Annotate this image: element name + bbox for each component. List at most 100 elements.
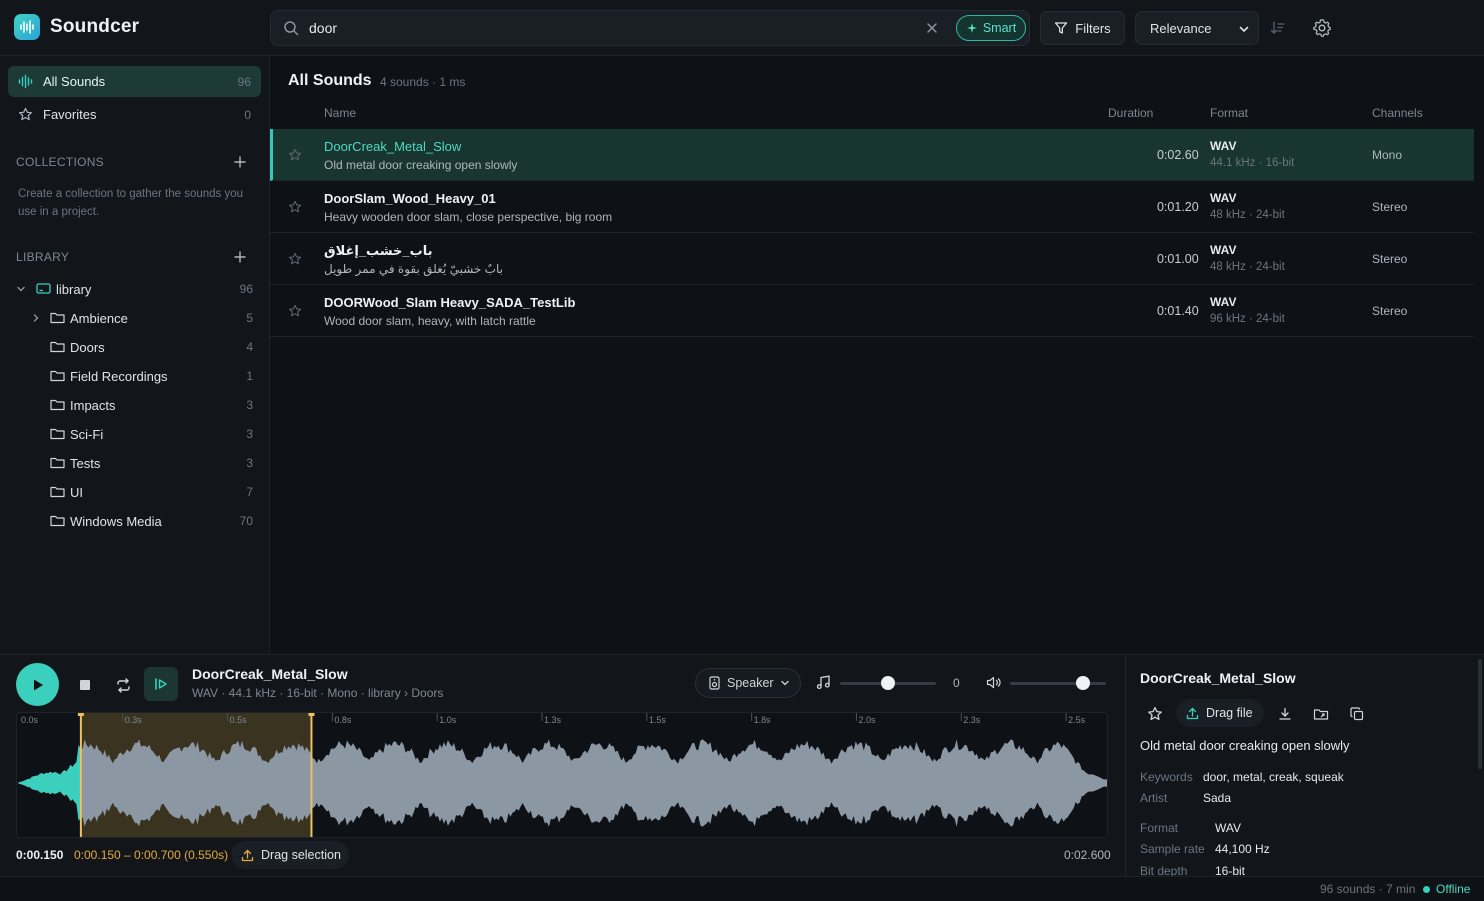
speaker-icon [709,676,720,690]
gear-icon[interactable] [1312,18,1332,38]
tree-item-folder[interactable]: Field Recordings 1 [0,363,270,389]
details-scrollbar[interactable] [1478,659,1482,769]
tree-item-folder[interactable]: Impacts 3 [0,392,270,418]
star-icon[interactable] [288,252,302,266]
time-tick-label: 2.5s [1068,715,1086,725]
add-collection-icon[interactable] [234,156,246,168]
pitch-value: 0 [953,676,960,690]
column-header-channels[interactable]: Channels [1372,106,1423,120]
table-row[interactable]: باب_خشب_إغلاق بابٌ خشبيّ يُغلق بقوة في مم… [270,233,1474,285]
table-row[interactable]: DoorCreak_Metal_Slow Old metal door creak… [270,129,1474,181]
selection-end-cap[interactable] [308,713,315,716]
download-button[interactable] [1274,703,1296,725]
smart-search-toggle[interactable]: Smart [956,15,1026,41]
tree-item-count: 7 [246,485,253,499]
sound-format: WAV [1210,295,1237,309]
tree-item-folder[interactable]: Tests 3 [0,450,270,476]
player-panel: DoorCreak_Metal_Slow WAV · 44.1 kHz · 16… [0,654,1125,876]
play-button[interactable] [16,663,59,706]
artist-label: Artist [1140,791,1168,805]
folder-icon [50,427,65,440]
waveform-svg[interactable]: 0.0s 0.3s 0.5s 0.8s 1.0s 1.3s 1.5s 1.8s 2.0s 2.3s… [17,713,1108,838]
sound-format-detail: 48 kHz · 24-bit [1210,209,1285,221]
loop-button[interactable] [110,672,136,698]
chevron-down-icon [1238,23,1250,35]
play-selection-button[interactable] [144,667,178,701]
column-header-name[interactable]: Name [324,106,356,120]
sound-channels: Stereo [1372,200,1408,214]
tree-item-folder[interactable]: UI 7 [0,479,270,505]
table-row[interactable]: DOORWood_Slam Heavy_SADA_TestLib Wood doo… [270,285,1474,337]
output-device-select[interactable]: Speaker [695,668,801,698]
sidebar-item-favorites[interactable]: Favorites 0 [8,99,261,130]
time-tick-label: 1.3s [544,715,562,725]
stop-button[interactable] [72,672,98,698]
drag-selection-label: Drag selection [261,848,341,862]
tree-item-folder[interactable]: Sci-Fi 3 [0,421,270,447]
sound-channels: Stereo [1372,304,1408,318]
filters-button[interactable]: Filters [1040,11,1125,45]
time-tick-label: 1.8s [754,715,772,725]
folder-icon [50,311,65,324]
app-name: Soundcer [50,16,140,37]
sound-format: WAV [1210,243,1237,257]
time-tick-label: 1.0s [439,715,457,725]
tree-item-count: 1 [246,369,253,383]
reveal-in-folder-button[interactable] [1310,703,1332,725]
time-tick-label: 0.0s [21,715,39,725]
sample-rate-value: 44,100 Hz [1215,842,1270,856]
volume-slider-knob[interactable] [1075,676,1090,690]
selection-start-cap[interactable] [77,713,84,716]
play-icon [33,679,43,690]
sidebar: All Sounds 96 Favorites 0 COLLECTIONS Cr… [0,56,270,654]
tree-item-folder[interactable]: Windows Media 70 [0,508,270,534]
details-panel: DoorCreak_Metal_Slow Drag file Old metal… [1125,654,1484,876]
sound-description: Heavy wooden door slam, close perspectiv… [324,210,613,224]
details-description: Old metal door creaking open slowly [1140,738,1350,753]
chevron-down-icon[interactable] [16,284,26,294]
sound-description: Wood door slam, heavy, with latch rattle [324,314,536,328]
connection-status: Offline [1436,882,1471,896]
waveform-view[interactable]: 0.0s 0.3s 0.5s 0.8s 1.0s 1.3s 1.5s 1.8s 2.0s 2.3s… [16,712,1108,838]
volume-slider[interactable] [1010,676,1106,690]
folder-icon [50,369,65,382]
sound-channels: Stereo [1372,252,1408,266]
drag-selection-button[interactable]: Drag selection [231,841,349,869]
collections-title: COLLECTIONS [16,155,104,169]
clear-search-icon[interactable] [925,21,939,35]
time-tick-label: 2.0s [858,715,876,725]
sound-duration: 0:01.00 [1157,252,1199,266]
stop-icon [80,680,90,690]
volume-icon[interactable] [986,675,1001,690]
time-tick: 1.3s [541,713,562,725]
sound-duration: 0:01.40 [1157,304,1199,318]
time-tick: 0.5s [227,713,247,725]
app-logo[interactable]: Soundcer [14,14,139,40]
pitch-slider-knob[interactable] [881,676,895,690]
sort-direction-icon[interactable] [1270,20,1286,36]
column-header-duration[interactable]: Duration [1108,106,1153,120]
table-row[interactable]: DoorSlam_Wood_Heavy_01 Heavy wooden door … [270,181,1474,233]
star-icon[interactable] [288,200,302,214]
favorite-button[interactable] [1144,703,1166,725]
time-tick-label: 1.5s [649,715,667,725]
library-summary: 96 sounds · 7 min [1320,882,1416,896]
pitch-slider[interactable] [840,676,936,690]
star-icon[interactable] [288,148,302,162]
sound-name: DOORWood_Slam Heavy_SADA_TestLib [324,295,576,310]
tree-item-folder[interactable]: Ambience 5 [0,305,270,331]
drag-file-button[interactable]: Drag file [1176,699,1264,727]
tree-item-folder[interactable]: Doors 4 [0,334,270,360]
star-icon[interactable] [288,304,302,318]
search-input[interactable] [309,17,869,39]
tree-item-library[interactable]: library 96 [0,276,270,302]
column-header-format[interactable]: Format [1210,106,1248,120]
add-library-icon[interactable] [234,251,246,263]
copy-button[interactable] [1346,703,1368,725]
sound-duration: 0:01.20 [1157,200,1199,214]
time-tick: 0.0s [21,715,39,725]
sidebar-item-all-sounds[interactable]: All Sounds 96 [8,66,261,97]
sort-select[interactable]: Relevance [1135,11,1259,45]
now-playing-title: DoorCreak_Metal_Slow [192,666,348,682]
chevron-right-icon[interactable] [31,313,41,323]
